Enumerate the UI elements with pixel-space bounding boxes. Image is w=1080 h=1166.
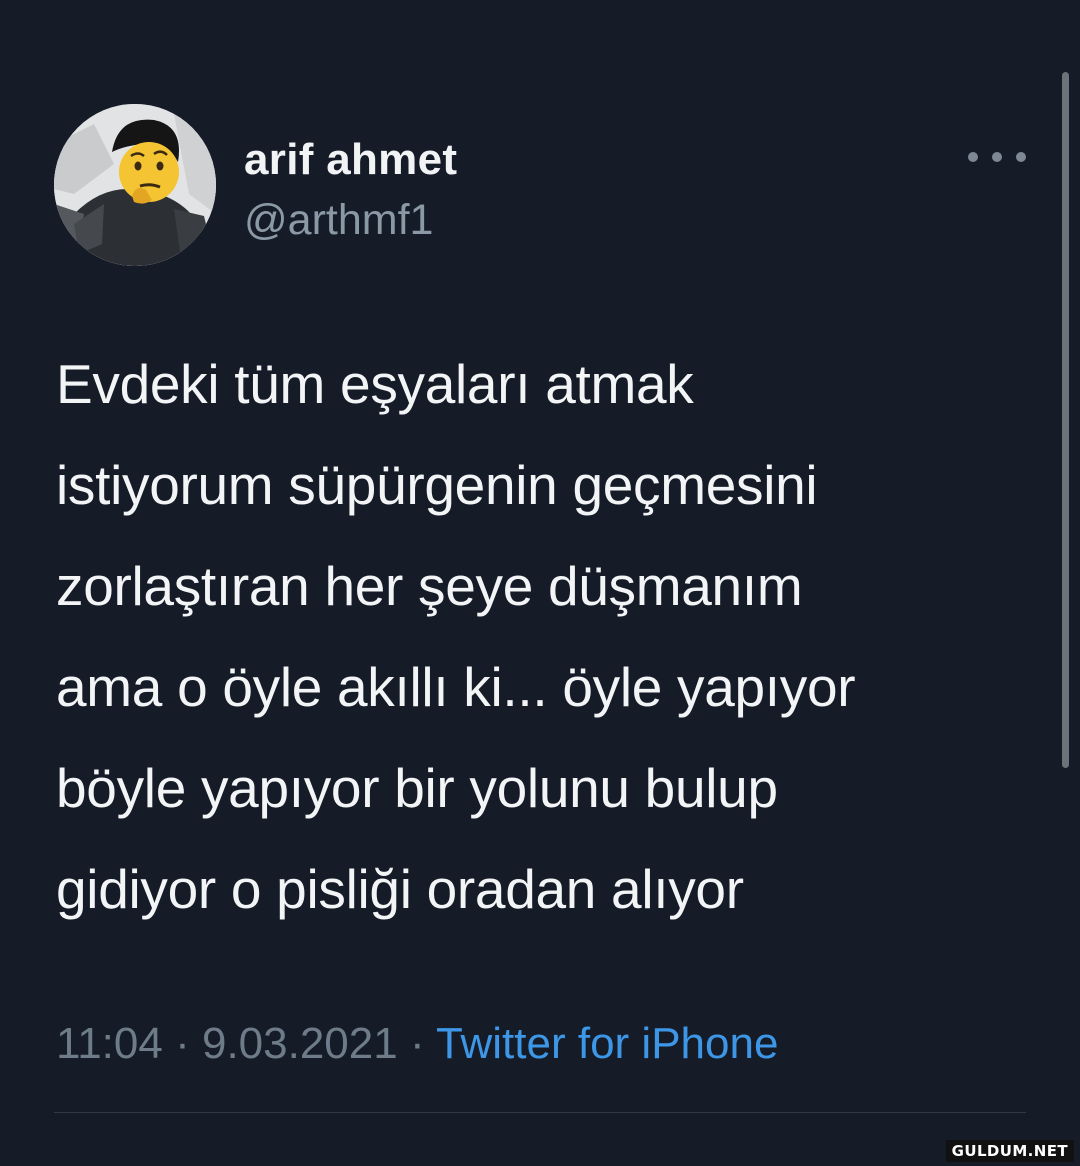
scrollbar[interactable]	[1062, 72, 1069, 768]
avatar[interactable]	[54, 104, 216, 266]
tweet-text-line: böyle yapıyor bir yolunu bulup	[56, 757, 778, 819]
tweet-text-line: ama o öyle akıllı ki... öyle yapıyor	[56, 656, 856, 718]
tweet-text-line: gidiyor o pisliği oradan alıyor	[56, 858, 744, 920]
tweet-metadata: 11:04 · 9.03.2021 · Twitter for iPhone	[56, 1016, 778, 1072]
meta-separator: ·	[409, 1019, 425, 1068]
author-handle[interactable]: @arthmf1	[244, 192, 457, 248]
tweet-time[interactable]: 11:04	[56, 1019, 163, 1068]
watermark: GULDUM.NET	[945, 1140, 1074, 1162]
tweet-text-line: istiyorum süpürgenin geçmesini	[56, 454, 818, 516]
tweet-text-line: Evdeki tüm eşyaları atmak	[56, 353, 694, 415]
tweet-date[interactable]: 9.03.2021	[202, 1019, 398, 1068]
tweet-text-line: zorlaştıran her şeye düşmanım	[56, 555, 803, 617]
meta-separator: ·	[175, 1019, 190, 1068]
more-horizontal-icon-dot	[992, 152, 1002, 162]
tweet-author[interactable]: arif ahmet @arthmf1	[244, 134, 457, 248]
more-horizontal-icon	[968, 152, 978, 162]
author-display-name[interactable]: arif ahmet	[244, 134, 457, 186]
more-horizontal-icon-dot	[1016, 152, 1026, 162]
tweet-source-link[interactable]: Twitter for iPhone	[436, 1019, 778, 1068]
more-options-button[interactable]	[968, 142, 1026, 172]
user-avatar-icon	[54, 104, 216, 266]
tweet-text: Evdeki tüm eşyaları atmak istiyorum süpü…	[56, 334, 1036, 940]
divider	[54, 1112, 1026, 1113]
